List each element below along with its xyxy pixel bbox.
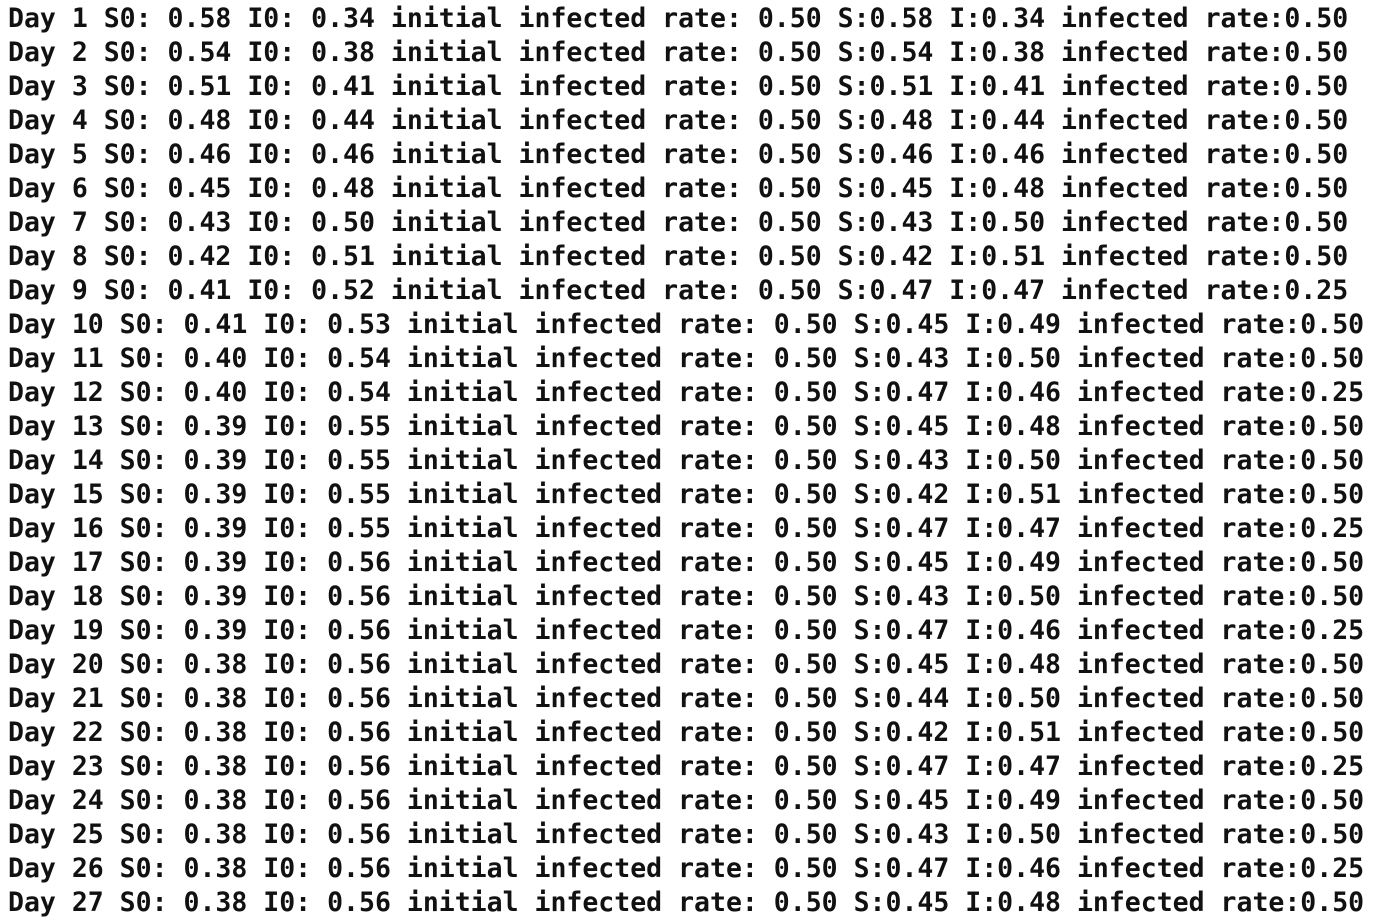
output-line-day-1: Day 1 S0: 0.58 I0: 0.34 initial infected… [8,3,1349,34]
output-line-day-17: Day 17 S0: 0.39 I0: 0.56 initial infecte… [8,547,1365,578]
output-line-day-22: Day 22 S0: 0.38 I0: 0.56 initial infecte… [8,717,1365,748]
output-line-day-7: Day 7 S0: 0.43 I0: 0.50 initial infected… [8,207,1349,238]
output-line-day-4: Day 4 S0: 0.48 I0: 0.44 initial infected… [8,105,1349,136]
output-line-day-2: Day 2 S0: 0.54 I0: 0.38 initial infected… [8,37,1349,68]
output-line-day-18: Day 18 S0: 0.39 I0: 0.56 initial infecte… [8,581,1365,612]
output-line-day-16: Day 16 S0: 0.39 I0: 0.55 initial infecte… [8,513,1365,544]
output-line-day-8: Day 8 S0: 0.42 I0: 0.51 initial infected… [8,241,1349,272]
output-line-day-24: Day 24 S0: 0.38 I0: 0.56 initial infecte… [8,785,1365,816]
output-line-day-13: Day 13 S0: 0.39 I0: 0.55 initial infecte… [8,411,1365,442]
output-line-day-21: Day 21 S0: 0.38 I0: 0.56 initial infecte… [8,683,1365,714]
output-line-day-12: Day 12 S0: 0.40 I0: 0.54 initial infecte… [8,377,1365,408]
terminal-output[interactable]: Day 1 S0: 0.58 I0: 0.34 initial infected… [0,0,1384,922]
output-line-day-25: Day 25 S0: 0.38 I0: 0.56 initial infecte… [8,819,1365,850]
output-line-day-5: Day 5 S0: 0.46 I0: 0.46 initial infected… [8,139,1349,170]
output-line-day-27: Day 27 S0: 0.38 I0: 0.56 initial infecte… [8,887,1365,918]
output-line-day-19: Day 19 S0: 0.39 I0: 0.56 initial infecte… [8,615,1365,646]
output-line-day-15: Day 15 S0: 0.39 I0: 0.55 initial infecte… [8,479,1365,510]
output-line-day-26: Day 26 S0: 0.38 I0: 0.56 initial infecte… [8,853,1365,884]
output-line-day-14: Day 14 S0: 0.39 I0: 0.55 initial infecte… [8,445,1365,476]
output-line-day-6: Day 6 S0: 0.45 I0: 0.48 initial infected… [8,173,1349,204]
output-line-day-3: Day 3 S0: 0.51 I0: 0.41 initial infected… [8,71,1349,102]
output-line-day-10: Day 10 S0: 0.41 I0: 0.53 initial infecte… [8,309,1365,340]
output-line-day-23: Day 23 S0: 0.38 I0: 0.56 initial infecte… [8,751,1365,782]
output-line-day-20: Day 20 S0: 0.38 I0: 0.56 initial infecte… [8,649,1365,680]
output-line-day-9: Day 9 S0: 0.41 I0: 0.52 initial infected… [8,275,1349,306]
output-line-day-11: Day 11 S0: 0.40 I0: 0.54 initial infecte… [8,343,1365,374]
